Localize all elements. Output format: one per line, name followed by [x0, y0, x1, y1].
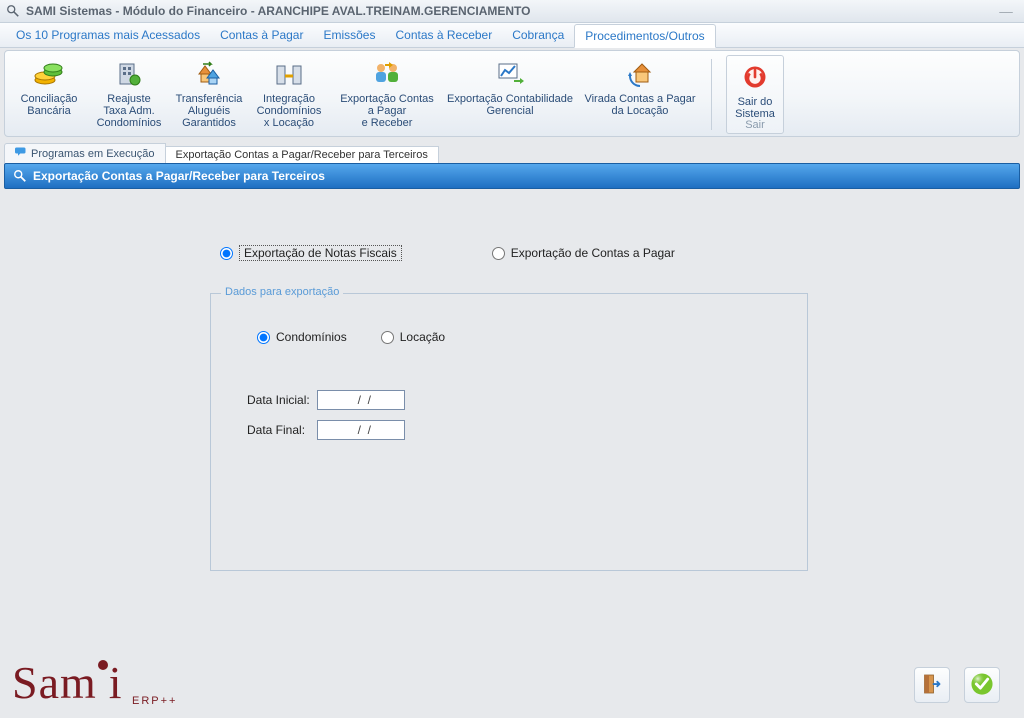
menu-emissoes[interactable]: Emissões	[313, 23, 385, 47]
subtab-label: Exportação Contas a Pagar/Receber para T…	[176, 149, 428, 161]
radio-label: Condomínios	[276, 330, 347, 344]
logo-text: Sam	[12, 657, 97, 708]
scope-row: Condomínios Locação	[257, 330, 445, 344]
tool-label: Exportação Contabilidade Gerencial	[447, 93, 573, 117]
menu-procedimentos[interactable]: Procedimentos/Outros	[574, 24, 715, 48]
tool-label: Sair do Sistema	[735, 96, 775, 120]
subtab-bar: Programas em Execução Exportação Contas …	[4, 141, 1020, 163]
logo-dot	[98, 660, 108, 670]
power-icon	[738, 60, 772, 94]
titlebar: SAMI Sistemas - Módulo do Financeiro - A…	[0, 0, 1024, 23]
exit-button[interactable]	[914, 667, 950, 703]
logo-main: Sami	[12, 660, 123, 703]
fieldset-dados: Dados para exportação Condomínios Locaçã…	[210, 293, 808, 571]
logo-i: i	[109, 657, 123, 708]
section-header: Exportação Contas a Pagar/Receber para T…	[4, 163, 1020, 189]
people-export-icon	[370, 57, 404, 91]
window-title: SAMI Sistemas - Módulo do Financeiro - A…	[26, 4, 530, 18]
date-initial-row: Data Inicial:	[247, 390, 405, 410]
speech-icon	[15, 146, 27, 161]
tool-label: Integração Condomínios x Locação	[257, 93, 322, 129]
toolbar-main-group: Conciliação Bancária Reajuste Taxa Adm. …	[9, 53, 705, 136]
radio-label: Exportação de Contas a Pagar	[511, 246, 675, 260]
radio-contas-pagar-input[interactable]	[492, 247, 505, 260]
radio-condominios[interactable]: Condomínios	[257, 330, 347, 344]
tool-label: Virada Contas a Pagar da Locação	[584, 93, 695, 117]
radio-locacao-input[interactable]	[381, 331, 394, 344]
subtab-programas[interactable]: Programas em Execução	[4, 143, 166, 163]
export-type-row: Exportação de Notas Fiscais Exportação d…	[220, 245, 675, 261]
door-exit-icon	[920, 672, 944, 699]
menubar: Os 10 Programas mais Acessados Contas à …	[0, 23, 1024, 48]
date-final-label: Data Final:	[247, 423, 311, 437]
tool-integracao[interactable]: Integração Condomínios x Locação	[249, 53, 329, 136]
chart-export-icon	[493, 57, 527, 91]
tool-exportacao-contab[interactable]: Exportação Contabilidade Gerencial	[445, 53, 575, 136]
minimize-button[interactable]: __	[994, 3, 1018, 19]
radio-notas-fiscais[interactable]: Exportação de Notas Fiscais	[220, 245, 402, 261]
toolbar-separator	[711, 59, 712, 130]
toolbar-exit-group: Sair do Sistema Sair	[726, 55, 784, 134]
house-swap-icon	[192, 57, 226, 91]
section-title: Exportação Contas a Pagar/Receber para T…	[33, 169, 325, 183]
bottom-actions	[914, 667, 1000, 703]
check-circle-icon	[969, 671, 995, 700]
house-cycle-icon	[623, 57, 657, 91]
tool-label: Conciliação Bancária	[21, 93, 78, 117]
radio-label: Locação	[400, 330, 445, 344]
tool-transferencia[interactable]: Transferência Aluguéis Garantidos	[169, 53, 249, 136]
menu-cobranca[interactable]: Cobrança	[502, 23, 574, 47]
menu-contas-receber[interactable]: Contas à Receber	[385, 23, 502, 47]
tool-label: Reajuste Taxa Adm. Condomínios	[97, 93, 162, 129]
toolbar: Conciliação Bancária Reajuste Taxa Adm. …	[4, 50, 1020, 137]
magnifier-icon	[13, 169, 27, 183]
confirm-button[interactable]	[964, 667, 1000, 703]
tool-sublabel: Sair	[745, 120, 765, 131]
coins-icon	[32, 57, 66, 91]
menu-contas-pagar[interactable]: Contas à Pagar	[210, 23, 313, 47]
buildings-link-icon	[272, 57, 306, 91]
tool-reajuste[interactable]: Reajuste Taxa Adm. Condomínios	[89, 53, 169, 136]
brand-logo: Sami ERP++	[12, 660, 177, 707]
radio-locacao[interactable]: Locação	[381, 330, 445, 344]
date-final-row: Data Final:	[247, 420, 405, 440]
subtab-exportacao[interactable]: Exportação Contas a Pagar/Receber para T…	[166, 146, 439, 163]
radio-contas-pagar[interactable]: Exportação de Contas a Pagar	[492, 246, 675, 260]
date-initial-label: Data Inicial:	[247, 393, 311, 407]
menu-os10[interactable]: Os 10 Programas mais Acessados	[6, 23, 210, 47]
subtab-label: Programas em Execução	[31, 148, 155, 160]
tool-conciliacao[interactable]: Conciliação Bancária	[9, 53, 89, 136]
tool-label: Exportação Contas a Pagar e Receber	[340, 93, 434, 129]
app-icon	[6, 4, 20, 18]
radio-label: Exportação de Notas Fiscais	[239, 245, 402, 261]
fieldset-legend: Dados para exportação	[221, 286, 343, 298]
date-final-input[interactable]	[317, 420, 405, 440]
logo-sub: ERP++	[132, 695, 177, 707]
tool-sair[interactable]: Sair do Sistema Sair	[727, 56, 783, 133]
form-body: Exportação de Notas Fiscais Exportação d…	[4, 189, 1020, 717]
building-gear-icon	[112, 57, 146, 91]
tool-exportacao-contas[interactable]: Exportação Contas a Pagar e Receber	[329, 53, 445, 136]
radio-notas-fiscais-input[interactable]	[220, 247, 233, 260]
date-initial-input[interactable]	[317, 390, 405, 410]
tool-virada[interactable]: Virada Contas a Pagar da Locação	[575, 53, 705, 136]
radio-condominios-input[interactable]	[257, 331, 270, 344]
tool-label: Transferência Aluguéis Garantidos	[176, 93, 243, 129]
